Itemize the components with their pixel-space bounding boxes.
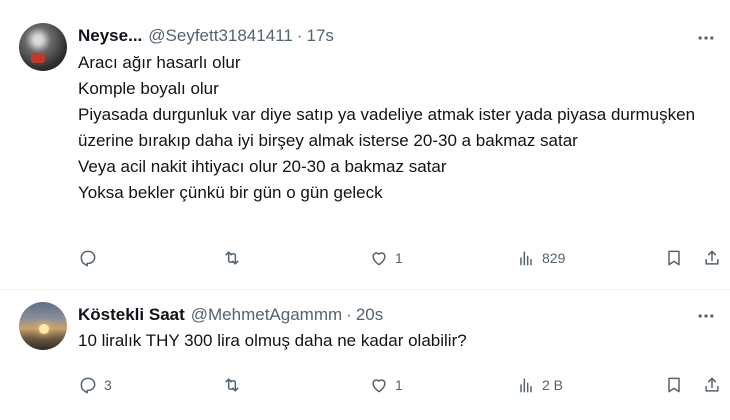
bookmark-icon: [668, 377, 680, 393]
share-icon: [705, 377, 719, 392]
tweet-header: Köstekli Saat @MehmetAgammm · 20s: [78, 305, 383, 325]
tweet-1[interactable]: Neyse... @Seyfett31841411 · 17s Aracı ağ…: [0, 0, 730, 289]
tweet-line: Veya acil nakit ihtiyacı olur 20-30 a ba…: [78, 157, 447, 176]
action-bar: 3 1 2 B: [0, 375, 730, 399]
display-name[interactable]: Köstekli Saat: [78, 305, 185, 325]
retweet-icon: [225, 251, 239, 265]
tweet-header: Neyse... @Seyfett31841411 · 17s: [78, 26, 334, 46]
tweet-line: Yoksa bekler çünkü bir gün o gün geleck: [78, 183, 383, 202]
views-count: 829: [542, 250, 566, 266]
bookmark-button[interactable]: [664, 248, 684, 268]
reply-icon: [80, 377, 96, 394]
tweet-line: Piyasada durgunluk var diye satıp ya vad…: [78, 105, 696, 150]
user-handle[interactable]: @MehmetAgammm: [191, 305, 342, 325]
timestamp[interactable]: 17s: [307, 26, 334, 46]
more-icon[interactable]: [696, 306, 716, 326]
display-name[interactable]: Neyse...: [78, 26, 142, 46]
share-button[interactable]: [702, 248, 722, 268]
reply-icon: [80, 250, 96, 267]
like-count: 1: [395, 250, 403, 266]
tweet-text: 10 liralık THY 300 lira olmuş daha ne ka…: [78, 328, 718, 354]
more-icon[interactable]: [696, 28, 716, 48]
separator: ·: [346, 305, 352, 324]
tweet-line: Aracı ağır hasarlı olur: [78, 53, 241, 72]
tweet-2[interactable]: Köstekli Saat @MehmetAgammm · 20s 10 lir…: [0, 290, 730, 420]
heart-icon: [372, 252, 386, 266]
tweet-text: Aracı ağır hasarlı olur Komple boyalı ol…: [78, 50, 718, 206]
tweet-line: 10 liralık THY 300 lira olmuş daha ne ka…: [78, 331, 467, 350]
like-button[interactable]: 1: [369, 375, 403, 395]
avatar[interactable]: [19, 302, 67, 350]
timestamp[interactable]: 20s: [356, 305, 383, 325]
share-icon: [705, 250, 719, 265]
views-button[interactable]: 829: [516, 248, 565, 268]
views-button[interactable]: 2 B: [516, 375, 563, 395]
action-bar: 1 829: [0, 248, 730, 272]
views-icon: [520, 378, 532, 393]
avatar[interactable]: [19, 23, 67, 71]
views-icon: [520, 251, 532, 266]
like-count: 1: [395, 377, 403, 393]
reply-button[interactable]: 3: [78, 375, 112, 395]
views-count: 2 B: [542, 377, 564, 393]
reply-button[interactable]: [78, 248, 104, 268]
bookmark-button[interactable]: [664, 375, 684, 395]
like-button[interactable]: 1: [369, 248, 403, 268]
share-button[interactable]: [702, 375, 722, 395]
retweet-button[interactable]: [222, 248, 248, 268]
retweet-icon: [225, 378, 239, 392]
user-handle[interactable]: @Seyfett31841411: [148, 26, 293, 46]
reply-count: 3: [104, 377, 112, 393]
separator: ·: [296, 26, 303, 45]
retweet-button[interactable]: [222, 375, 248, 395]
heart-icon: [372, 379, 386, 393]
tweet-line: Komple boyalı olur: [78, 79, 219, 98]
bookmark-icon: [668, 250, 680, 266]
